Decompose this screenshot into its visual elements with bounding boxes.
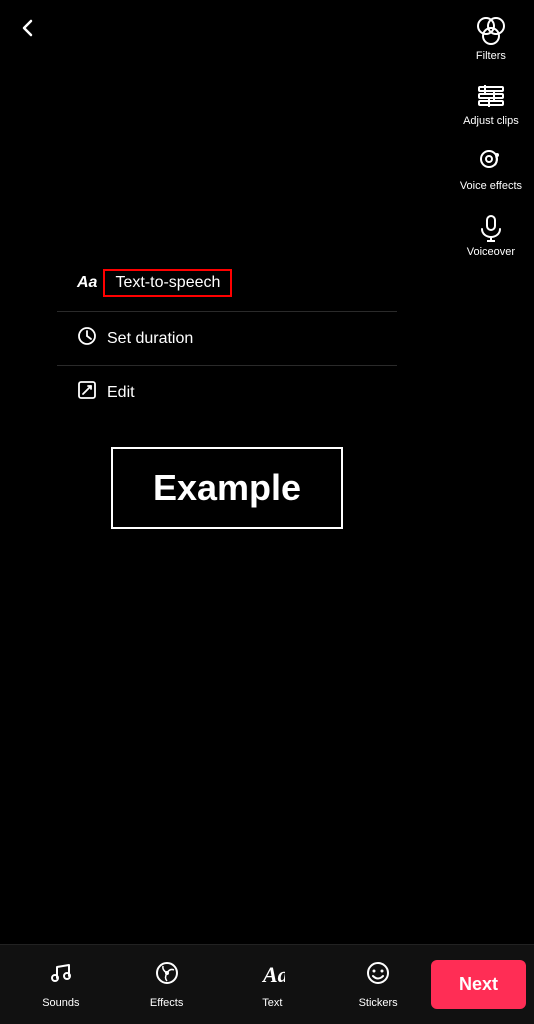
stickers-label: Stickers: [359, 997, 398, 1009]
voice-effects-icon: [476, 146, 506, 176]
voiceover-icon: [476, 212, 506, 242]
filters-label: Filters: [476, 50, 506, 63]
sidebar-item-adjust-clips[interactable]: Adjust clips: [459, 75, 523, 134]
nav-item-text[interactable]: Aa Text: [220, 952, 326, 1017]
filters-icon: [476, 16, 506, 46]
clock-icon: [77, 326, 97, 351]
sidebar-item-filters[interactable]: Filters: [461, 10, 521, 69]
back-button[interactable]: [16, 16, 40, 47]
bottom-nav: Sounds Effects Aa Text: [0, 944, 534, 1024]
sounds-label: Sounds: [42, 997, 79, 1009]
right-sidebar: Filters Adjust clips Voice effects: [456, 10, 526, 265]
edit-icon: [77, 380, 97, 405]
next-button[interactable]: Next: [431, 960, 526, 1009]
edit-label: Edit: [107, 384, 135, 402]
nav-item-effects[interactable]: Effects: [114, 952, 220, 1017]
stickers-icon: [365, 960, 391, 993]
adjust-clips-icon: [476, 81, 506, 111]
sidebar-item-voiceover[interactable]: Voiceover: [461, 206, 521, 265]
voice-effects-label: Voice effects: [460, 180, 522, 193]
edit-item[interactable]: Edit: [57, 366, 397, 419]
text-to-speech-item[interactable]: Aa Text-to-speech: [57, 255, 397, 312]
center-content: Aa Text-to-speech Set duration Edit Exam…: [0, 255, 454, 529]
effects-icon: [154, 960, 180, 993]
sounds-icon: [48, 960, 74, 993]
sidebar-item-voice-effects[interactable]: Voice effects: [456, 140, 526, 199]
text-icon: Aa: [259, 960, 285, 993]
example-box: Example: [111, 447, 343, 529]
set-duration-item[interactable]: Set duration: [57, 312, 397, 366]
effects-label: Effects: [150, 997, 183, 1009]
svg-text:Aa: Aa: [261, 962, 285, 986]
voiceover-label: Voiceover: [467, 246, 515, 259]
nav-item-sounds[interactable]: Sounds: [8, 952, 114, 1017]
adjust-clips-label: Adjust clips: [463, 115, 519, 128]
text-label: Text: [262, 997, 282, 1009]
example-text: Example: [153, 467, 301, 509]
nav-item-stickers[interactable]: Stickers: [325, 952, 431, 1017]
tts-prefix: Aa: [77, 274, 97, 292]
set-duration-label: Set duration: [107, 330, 193, 348]
tts-label: Text-to-speech: [103, 269, 232, 297]
